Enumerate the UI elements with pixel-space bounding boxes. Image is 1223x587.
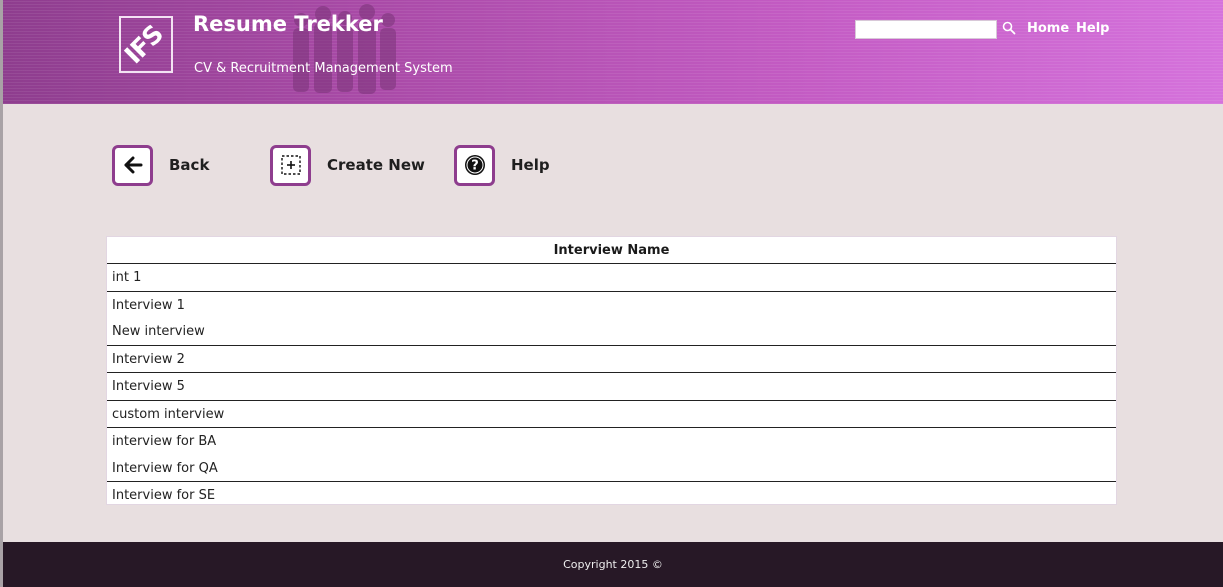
back-button[interactable]: Back bbox=[112, 144, 209, 186]
app-subtitle: CV & Recruitment Management System bbox=[194, 61, 453, 76]
svg-text:?: ? bbox=[471, 159, 479, 174]
copyright-text: Copyright 2015 © bbox=[563, 558, 663, 571]
ifs-logo[interactable]: IFS bbox=[119, 16, 173, 73]
search-icon[interactable] bbox=[1002, 21, 1016, 35]
nav-home-link[interactable]: Home bbox=[1027, 21, 1069, 36]
table-row[interactable]: Interview 5 bbox=[107, 373, 1116, 400]
help-button[interactable]: ? Help bbox=[454, 144, 550, 186]
logo-text: IFS bbox=[119, 19, 169, 70]
interview-table: Interview Name int 1 Interview 1 New inter… bbox=[106, 236, 1117, 505]
table-row-group: Interview 5 bbox=[107, 373, 1116, 401]
table-row[interactable]: interview for BA bbox=[107, 428, 1116, 455]
table-row[interactable]: Interview 2 bbox=[107, 346, 1116, 373]
create-new-button-label: Create New bbox=[327, 156, 425, 174]
back-arrow-icon bbox=[112, 144, 153, 186]
app-title: Resume Trekker bbox=[193, 12, 383, 36]
table-row-group: custom interview bbox=[107, 401, 1116, 428]
back-button-label: Back bbox=[169, 156, 210, 174]
table-row[interactable]: Interview 1 bbox=[107, 292, 1116, 319]
table-row-group: Interview 1 New interview bbox=[107, 292, 1116, 346]
help-button-label: Help bbox=[511, 156, 550, 174]
table-row[interactable]: int 1 bbox=[107, 264, 1116, 291]
site-footer: Copyright 2015 © bbox=[3, 542, 1223, 587]
column-header-interview-name: Interview Name bbox=[107, 237, 1116, 264]
search-input[interactable] bbox=[855, 20, 997, 39]
nav-help-link[interactable]: Help bbox=[1076, 21, 1109, 36]
add-new-icon bbox=[270, 144, 311, 186]
table-row-group: int 1 bbox=[107, 264, 1116, 292]
table-row-group: Interview 2 bbox=[107, 346, 1116, 373]
table-row[interactable]: Interview for SE bbox=[107, 482, 1116, 509]
table-row-group: interview for BA Interview for QA bbox=[107, 428, 1116, 482]
site-header: IFS Resume Trekker CV & Recruitment Mana… bbox=[3, 0, 1223, 104]
table-row[interactable]: New interview bbox=[107, 318, 1116, 345]
table-row[interactable]: custom interview bbox=[107, 401, 1116, 428]
table-body: int 1 Interview 1 New interview Interview 2… bbox=[107, 264, 1116, 509]
table-row-group: Interview for SE bbox=[107, 482, 1116, 509]
create-new-button[interactable]: Create New bbox=[270, 144, 425, 186]
question-circle-icon: ? bbox=[454, 144, 495, 186]
table-row[interactable]: Interview for QA bbox=[107, 455, 1116, 482]
